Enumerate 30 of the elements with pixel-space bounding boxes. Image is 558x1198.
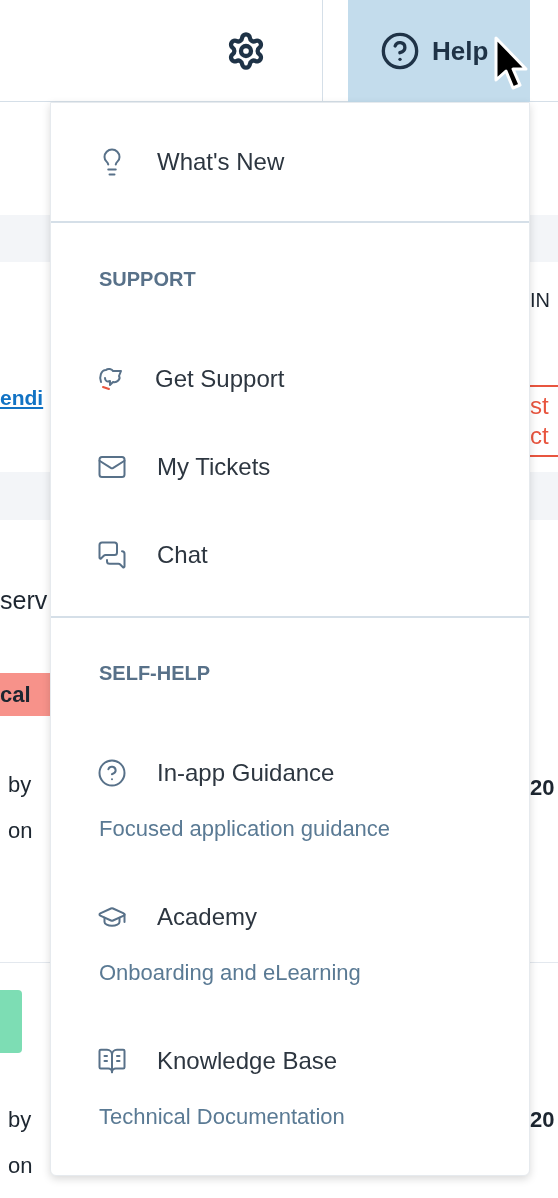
help-circle-icon (97, 758, 127, 788)
help-button[interactable]: Help (348, 0, 530, 102)
menu-item[interactable]: Get Support (97, 361, 285, 397)
section-heading: SELF-HELP (99, 662, 211, 684)
help-circle-icon (380, 31, 420, 71)
menu-item-description: Technical Documentation (98, 1103, 345, 1131)
menu-item[interactable]: In-app Guidance (97, 757, 335, 789)
meta-text: by (8, 1106, 33, 1134)
priority-badge: cal (0, 673, 50, 716)
column-label: IN (530, 288, 550, 312)
link[interactable]: endi (0, 382, 50, 414)
menu-item[interactable]: My Tickets (97, 449, 271, 485)
date-text: 20 (530, 775, 555, 800)
date-text: 20 (530, 1107, 555, 1132)
menu-item[interactable]: What's New (51, 144, 285, 180)
book-icon (97, 1046, 127, 1076)
menu-item-description: Onboarding and eLearning (98, 959, 361, 987)
meta-text: by (8, 771, 33, 799)
menu-item-description: Focused application guidance (98, 815, 391, 843)
menu-item[interactable]: Academy (97, 901, 258, 933)
menu-item[interactable]: Knowledge Base (97, 1045, 338, 1077)
settings-icon[interactable] (226, 30, 266, 71)
menu-item[interactable]: Chat (97, 537, 208, 573)
card-title: serv (0, 585, 48, 616)
chat-bubbles-icon (97, 540, 127, 570)
meta-text: on (8, 1152, 33, 1180)
meta-text: on (8, 817, 33, 845)
support-bubble-icon (97, 365, 125, 393)
section-heading: SUPPORT (99, 268, 196, 290)
status-badge (0, 990, 22, 1053)
